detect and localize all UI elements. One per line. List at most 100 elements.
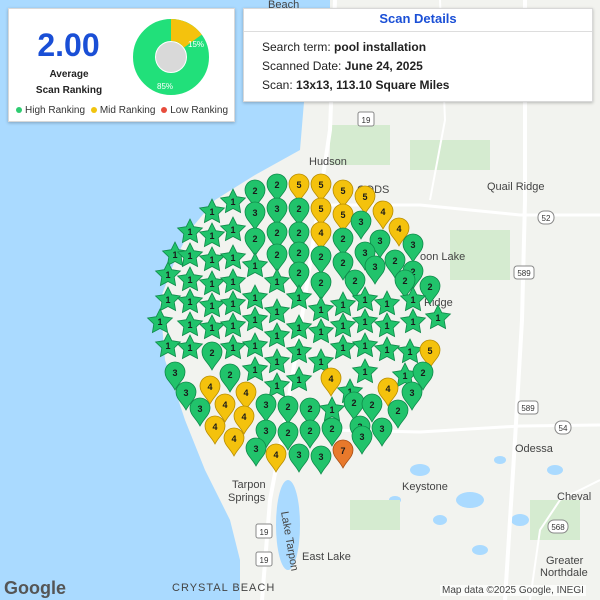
ranking-pin-label: 1 [252,261,257,271]
ranking-pin-label: 1 [384,299,389,309]
ranking-pin-label: 1 [165,295,170,305]
ranking-pin-label: 2 [351,398,356,408]
ranking-pin-label: 2 [329,424,334,434]
ranking-pin-label: 1 [340,343,345,353]
label-hudson: Hudson [309,156,347,168]
ranking-pin-label: 4 [222,400,227,410]
ranking-pin-label: 1 [230,277,235,287]
ranking-pin-label: 4 [207,382,212,392]
legend-high-label: High Ranking [25,105,86,116]
label-odessa: Odessa [515,443,554,455]
label-east-lake: East Lake [302,551,351,563]
ranking-pin-label: 1 [230,253,235,263]
map-data-credit[interactable]: Map data ©2025 Google, INEGI [440,585,586,596]
ranking-pin-label: 1 [187,275,192,285]
ranking-pin-label: 2 [274,180,279,190]
svg-text:589: 589 [517,269,531,278]
ranking-pin-label: 2 [402,276,407,286]
ranking-pin-label: 1 [252,341,257,351]
ranking-pin-label: 1 [187,227,192,237]
ranking-pin-label: 1 [407,347,412,357]
ranking-pin-label: 1 [209,207,214,217]
ranking-pin-label: 4 [385,384,390,394]
ranking-pin-label: 5 [340,210,345,220]
ranking-pin-label: 5 [427,346,432,356]
label-springs: Springs [228,492,266,504]
average-ranking-label-line2: Scan Ranking [35,85,103,96]
ranking-pin-label: 2 [395,406,400,416]
ranking-pin-label: 2 [352,276,357,286]
ranking-pin-label: 2 [252,234,257,244]
search-term-value: pool installation [334,40,427,54]
label-tarpon: Tarpon [232,479,266,491]
ranking-pin-label: 1 [230,321,235,331]
ranking-pin-label: 1 [209,279,214,289]
ranking-pin-label: 1 [274,331,279,341]
ranking-pin-label: 4 [243,388,248,398]
ranking-pin-label: 2 [420,368,425,378]
ranking-pin-label: 1 [435,313,440,323]
route-shield-19: 19 [255,523,273,539]
ranking-pin-label: 1 [296,347,301,357]
ranking-pin-label: 5 [296,180,301,190]
ranking-pin-label: 5 [318,180,323,190]
ranking-pin-label: 1 [209,231,214,241]
average-ranking-label: Average Scan Ranking [19,67,119,99]
ranking-pin-label: 2 [369,400,374,410]
scan-details-panel: Scan Details Search term: pool installat… [243,8,593,102]
ranking-pin-label: 7 [340,446,345,456]
ranking-pin-label: 3 [410,240,415,250]
scan-size-value: 13x13, 113.10 Square Miles [296,78,450,92]
ranking-pin-label: 1 [274,357,279,367]
svg-text:568: 568 [551,523,565,532]
ranking-pin-label: 1 [410,317,415,327]
svg-text:589: 589 [521,404,535,413]
ranking-pin-label: 1 [209,323,214,333]
ranking-pin-label: 1 [340,300,345,310]
ranking-pin-label: 2 [274,228,279,238]
average-ranking-value: 2.00 [37,27,100,63]
route-shield-589: 589 [517,400,539,415]
ranking-pin-label: 3 [252,208,257,218]
ranking-pin-label: 2 [340,234,345,244]
ranking-pin-label: 1 [274,277,279,287]
google-logo: Google [4,578,66,598]
ranking-pin-label: 1 [329,405,334,415]
ranking-pin-label: 1 [165,341,170,351]
ranking-pin-label: 1 [318,327,323,337]
ranking-pin-label: 2 [296,228,301,238]
label-keystone: Keystone [402,481,448,493]
ranking-pin-label: 1 [274,381,279,391]
ranking-pin-label: 5 [362,192,367,202]
ranking-pin-label: 1 [209,301,214,311]
ranking-pin-label: 2 [296,204,301,214]
ranking-pin-label: 1 [296,323,301,333]
ranking-pin-label: 2 [296,248,301,258]
donut-high-label: 85% [157,82,173,91]
lake [547,465,563,475]
ranking-pin-label: 1 [318,357,323,367]
scanned-date-label: Scanned Date: [262,59,342,73]
ranking-pin-label: 2 [392,256,397,266]
ranking-pin-label: 2 [252,186,257,196]
ranking-pin-label: 1 [252,293,257,303]
ranking-pin-label: 4 [380,207,385,217]
ranking-pin-label: 1 [252,365,257,375]
ranking-pin-label: 2 [307,426,312,436]
ranking-pin-label: 2 [285,402,290,412]
svg-text:52: 52 [542,214,551,223]
legend-high-dot [16,107,22,114]
legend-low-label: Low Ranking [170,105,229,116]
ranking-pin-label: 1 [187,297,192,307]
ranking-pin-label: 4 [212,422,217,432]
lake [472,545,488,555]
lake [410,464,430,476]
ranking-pin-label: 3 [183,388,188,398]
ranking-pin-label: 2 [427,282,432,292]
park [350,500,400,530]
ranking-pin-label: 3 [172,368,177,378]
ranking-pin-label: 1 [230,299,235,309]
label-moon-lake: oon Lake [420,251,465,263]
ranking-pin-label: 4 [396,224,401,234]
ranking-pin-label: 3 [377,236,382,246]
